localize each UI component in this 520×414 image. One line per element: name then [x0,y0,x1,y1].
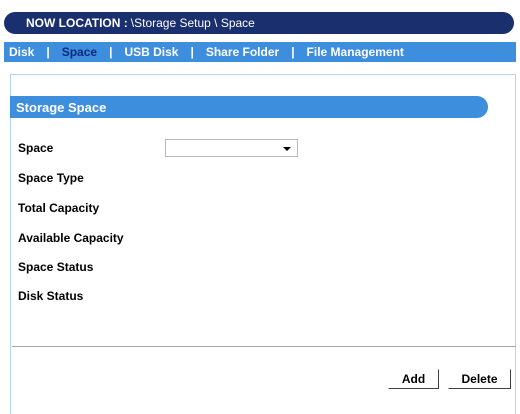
tab-separator: | [46,45,50,59]
space-select[interactable] [165,139,298,157]
location-path: \Storage Setup \ Space [130,16,255,30]
tab-share-folder[interactable]: Share Folder [206,45,279,59]
tab-space[interactable]: Space [62,45,97,59]
tab-strip: Disk | Space | USB Disk | Share Folder |… [4,42,516,62]
location-bar: NOW LOCATION : \Storage Setup \ Space [4,12,514,34]
available-capacity-label: Available Capacity [18,231,124,245]
add-button[interactable]: Add [388,369,439,389]
space-type-label: Space Type [18,171,84,185]
space-label: Space [18,141,54,155]
tab-separator: | [190,45,194,59]
delete-button[interactable]: Delete [448,369,511,389]
disk-status-label: Disk Status [18,289,84,303]
location-label: NOW LOCATION : [26,16,128,30]
divider [12,346,516,347]
tab-disk[interactable]: Disk [9,45,34,59]
tab-separator: | [109,45,113,59]
section-header-storage-space: Storage Space [10,96,488,118]
tab-separator: | [291,45,295,59]
tab-file-management[interactable]: File Management [307,45,404,59]
space-status-label: Space Status [18,260,94,274]
tab-usb-disk[interactable]: USB Disk [124,45,178,59]
total-capacity-label: Total Capacity [18,201,100,215]
chevron-down-icon [283,147,291,151]
